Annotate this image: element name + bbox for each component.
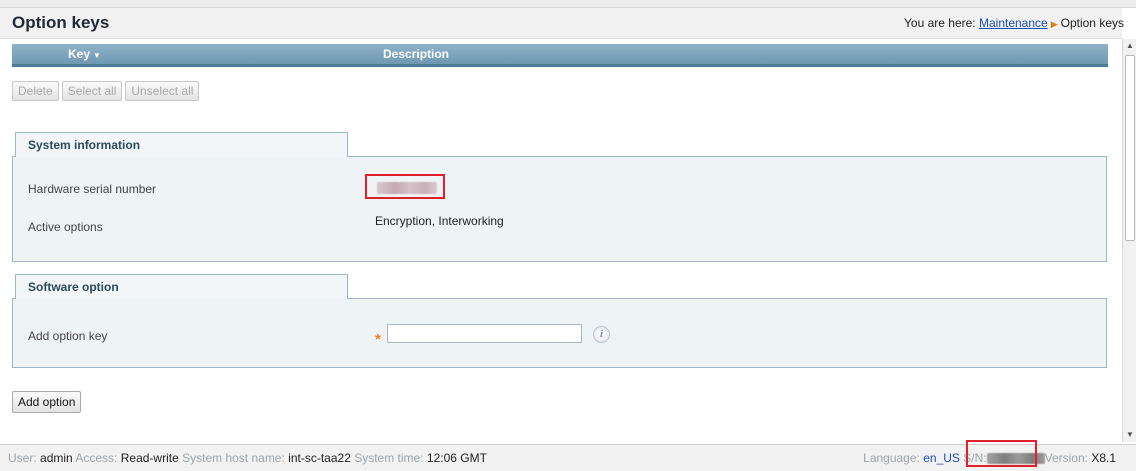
breadcrumb: You are here: Maintenance ▶ Option keys <box>904 16 1124 30</box>
system-information-section: System information Hardware serial numbe… <box>12 132 1107 262</box>
unselect-all-button[interactable]: Unselect all <box>125 81 200 101</box>
breadcrumb-arrow-icon: ▶ <box>1050 19 1058 29</box>
hardware-serial-label: Hardware serial number <box>28 182 157 196</box>
footer-user: admin <box>40 451 73 465</box>
status-footer: User: admin Access: Read-write System ho… <box>0 440 1136 471</box>
column-header-description: Description <box>383 47 450 61</box>
active-options-value: Encryption, Interworking <box>375 214 504 228</box>
system-information-title: System information <box>28 138 141 152</box>
footer-time: 12:06 GMT <box>426 451 487 465</box>
scroll-down-arrow-icon[interactable]: ▼ <box>1123 428 1136 442</box>
footer-session-info: User: admin Access: Read-write System ho… <box>8 451 487 465</box>
software-option-section: Software option Add option key * i <box>12 274 1107 368</box>
sn-highlight-box <box>966 440 1037 467</box>
sort-down-icon: ▼ <box>93 51 101 60</box>
info-icon[interactable]: i <box>593 326 610 343</box>
select-all-button[interactable]: Select all <box>61 81 123 101</box>
column-header-key[interactable]: Key ▼ <box>68 47 101 61</box>
footer-access: Read-write <box>120 451 179 465</box>
delete-button[interactable]: Delete <box>12 81 59 101</box>
add-option-key-label: Add option key <box>28 329 108 343</box>
vertical-scrollbar[interactable]: ▲ ▼ <box>1122 39 1136 442</box>
main-content: Key ▼ Description Delete Select all Unselec… <box>0 39 1122 442</box>
keys-toolbar: Delete Select all Unselect all <box>12 81 202 101</box>
breadcrumb-current: Option keys <box>1060 16 1124 30</box>
footer-version: X8.1 <box>1091 451 1116 465</box>
keys-table-header: Key ▼ Description <box>12 44 1108 67</box>
top-border <box>0 0 1136 8</box>
scroll-up-arrow-icon[interactable]: ▲ <box>1123 39 1136 53</box>
option-key-input[interactable] <box>387 324 582 343</box>
scrollbar-thumb[interactable] <box>1125 55 1135 241</box>
add-option-button[interactable]: Add option <box>12 391 82 413</box>
software-option-header: Software option <box>15 274 348 299</box>
software-option-title: Software option <box>28 280 119 294</box>
footer-language-link[interactable]: en_US <box>923 451 960 465</box>
title-bar: Option keys You are here: Maintenance ▶ Op… <box>0 8 1124 39</box>
system-information-header: System information <box>15 132 348 157</box>
serial-highlight-box <box>365 174 445 199</box>
footer-host: int-sc-taa22 <box>288 451 351 465</box>
active-options-label: Active options <box>28 220 103 234</box>
required-asterisk: * <box>375 331 381 348</box>
page-title: Option keys <box>12 13 110 32</box>
breadcrumb-prefix: You are here: <box>904 16 976 30</box>
breadcrumb-link-maintenance[interactable]: Maintenance <box>979 16 1048 30</box>
